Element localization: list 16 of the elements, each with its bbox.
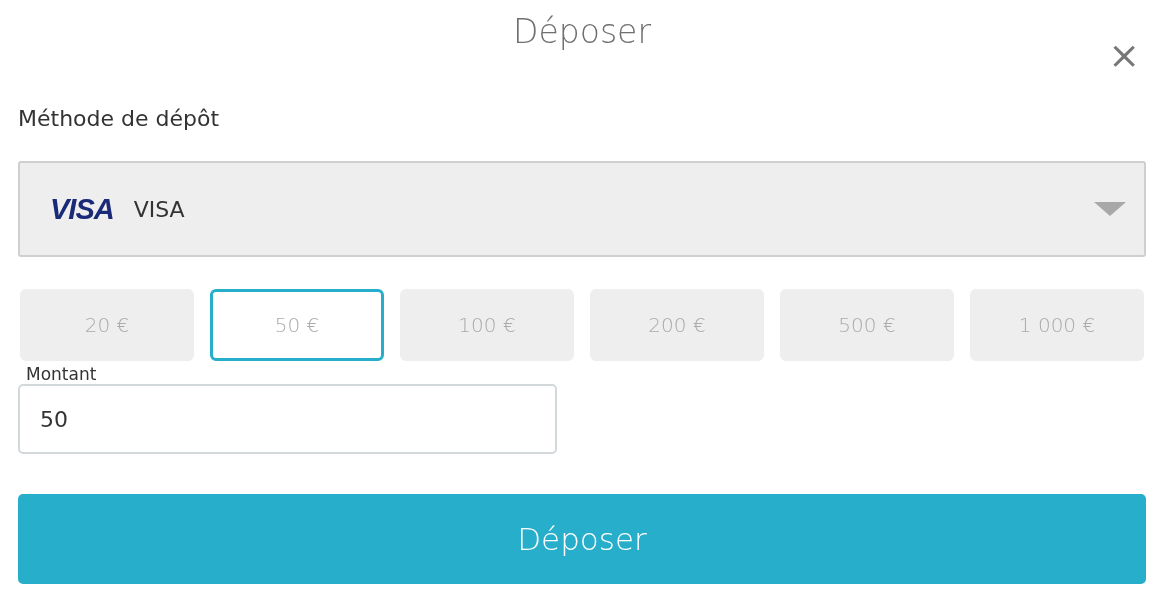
amount-option[interactable]: 20 € <box>20 289 194 361</box>
close-button[interactable]: × <box>1104 36 1144 74</box>
amount-field[interactable]: 50 <box>18 384 557 454</box>
field-label: Montant <box>26 364 97 384</box>
deposit-button[interactable]: Déposer <box>18 494 1146 584</box>
dialog-title: Déposer <box>513 12 651 52</box>
selected-value: VISA <box>133 196 186 222</box>
payment-method-dropdown[interactable]: VISA VISA <box>18 161 1146 257</box>
card-logo: VISA <box>50 192 114 226</box>
field-label: Méthode de dépôt <box>18 106 220 131</box>
amount-option[interactable]: 500 € <box>780 289 954 361</box>
amount-option[interactable]: 1 000 € <box>970 289 1144 361</box>
amount-option[interactable]: 50 € <box>210 289 384 361</box>
amount-option[interactable]: 200 € <box>590 289 764 361</box>
caret-icon <box>1094 202 1126 216</box>
amount-option[interactable]: 100 € <box>400 289 574 361</box>
